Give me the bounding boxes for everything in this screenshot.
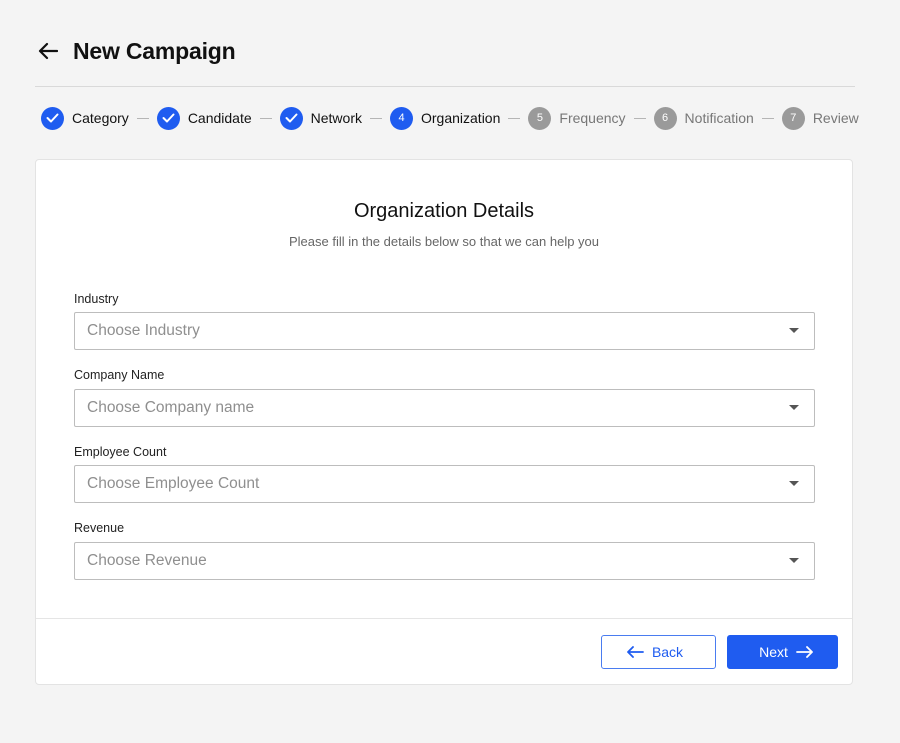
check-icon — [41, 106, 64, 130]
step-category[interactable]: Category — [41, 106, 129, 130]
step-label: Review — [812, 110, 859, 126]
page-title: New Campaign — [73, 38, 236, 64]
campaign-stepper: Category Candidate Network 4 Organizatio… — [41, 106, 859, 130]
footer-divider — [36, 618, 852, 619]
step-label: Category — [72, 110, 129, 126]
form-subtitle: Please fill in the details below so that… — [288, 234, 600, 249]
select-placeholder: Choose Employee Count — [87, 475, 260, 492]
check-icon — [279, 106, 303, 130]
next-button[interactable]: Next — [727, 635, 838, 669]
step-frequency[interactable]: 5 Frequency — [528, 106, 626, 130]
step-network[interactable]: Network — [279, 106, 362, 130]
employee-count-select[interactable]: Choose Employee Count — [74, 465, 815, 503]
step-number: 6 — [653, 106, 677, 130]
step-organization[interactable]: 4 Organization — [390, 106, 501, 130]
back-button-label: Back — [651, 644, 684, 660]
page-header: New Campaign — [35, 30, 855, 87]
step-number: 7 — [781, 106, 805, 130]
caret-down-icon — [789, 328, 799, 333]
caret-down-icon — [789, 481, 799, 486]
organization-form-card: Organization Details Please fill in the … — [35, 159, 853, 685]
company-name-label: Company Name — [74, 368, 165, 382]
step-separator — [508, 117, 521, 119]
step-separator — [136, 117, 149, 119]
step-label: Network — [310, 110, 362, 126]
arrow-left-icon — [626, 646, 644, 658]
select-placeholder: Choose Company name — [87, 399, 255, 416]
back-button[interactable]: Back — [601, 635, 716, 669]
step-number: 5 — [528, 106, 552, 130]
next-button-label: Next — [759, 644, 788, 660]
caret-down-icon — [789, 558, 799, 563]
step-label: Candidate — [187, 110, 252, 126]
step-separator — [259, 117, 272, 119]
step-review[interactable]: 7 Review — [781, 106, 859, 130]
employee-count-label: Employee Count — [74, 445, 167, 459]
step-notification[interactable]: 6 Notification — [653, 106, 754, 130]
select-placeholder: Choose Industry — [87, 322, 200, 339]
step-label: Notification — [684, 110, 754, 126]
arrow-right-icon — [795, 646, 814, 658]
check-icon — [156, 106, 180, 130]
step-candidate[interactable]: Candidate — [156, 106, 252, 130]
back-arrow-icon[interactable] — [35, 38, 61, 64]
step-number: 4 — [390, 106, 413, 130]
revenue-label: Revenue — [74, 521, 125, 535]
form-title: Organization Details — [353, 200, 535, 222]
step-separator — [633, 117, 646, 119]
caret-down-icon — [789, 405, 799, 410]
industry-select[interactable]: Choose Industry — [74, 312, 815, 350]
company-name-select[interactable]: Choose Company name — [74, 389, 815, 427]
revenue-select[interactable]: Choose Revenue — [74, 542, 815, 580]
step-separator — [370, 117, 382, 119]
select-placeholder: Choose Revenue — [87, 552, 207, 569]
step-label: Organization — [421, 110, 501, 126]
step-separator — [761, 117, 774, 119]
industry-label: Industry — [74, 292, 119, 306]
step-label: Frequency — [559, 110, 626, 126]
